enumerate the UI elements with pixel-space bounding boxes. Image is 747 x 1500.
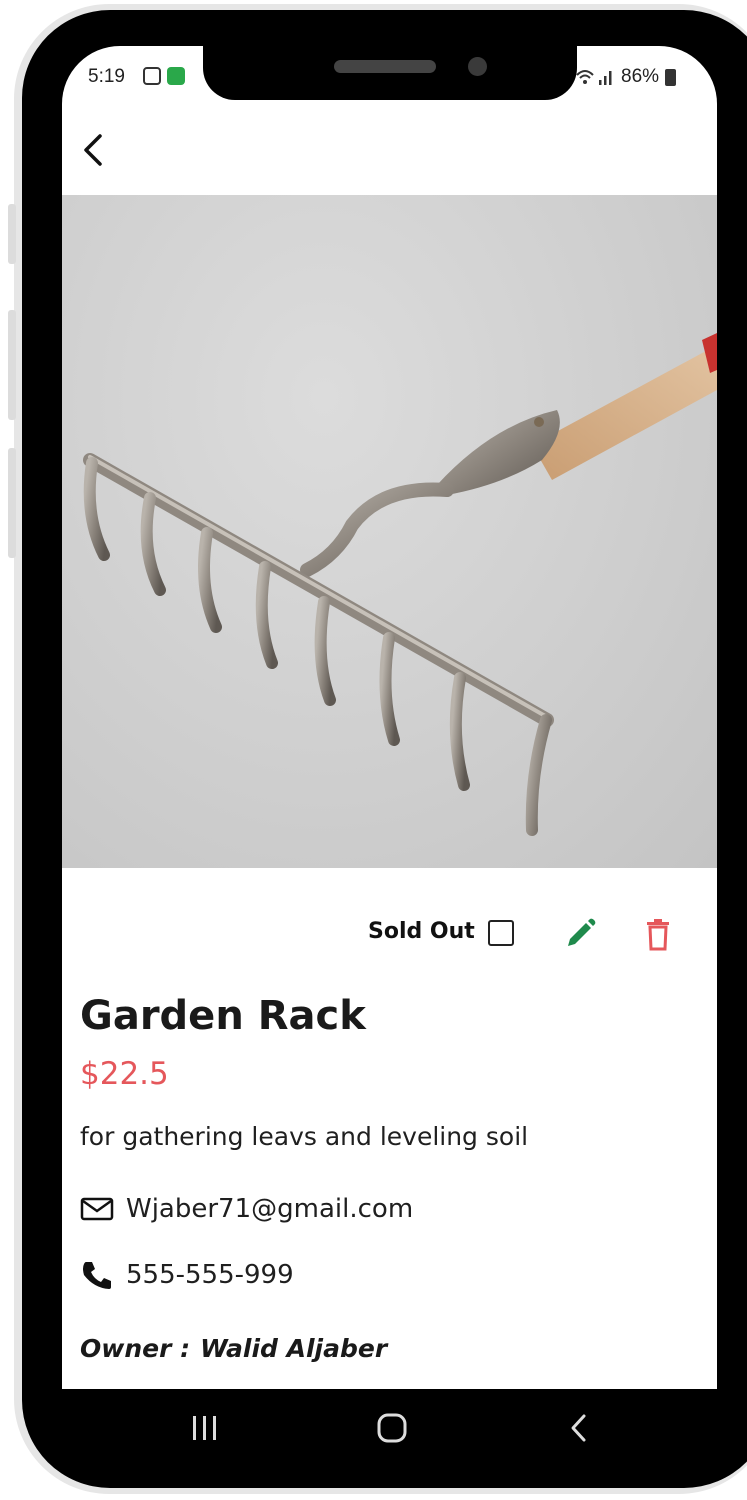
owner-phone: 555-555-999 (126, 1260, 294, 1290)
status-right: 86% (575, 66, 677, 88)
battery-icon (665, 68, 677, 86)
system-back-button[interactable] (558, 1408, 602, 1448)
speaker (334, 60, 436, 73)
side-button-top (8, 204, 16, 264)
product-price: $22.5 (80, 1056, 169, 1092)
phone-row[interactable]: 555-555-999 (80, 1259, 294, 1291)
email-row[interactable]: Wjaber71@gmail.com (80, 1194, 413, 1224)
wifi-signal-icon (576, 70, 612, 85)
battery-percent: 86% (621, 66, 660, 87)
status-notification-icons (143, 67, 185, 85)
back-icon (571, 1414, 586, 1442)
delete-button[interactable] (643, 916, 675, 952)
recents-icon (193, 1416, 216, 1440)
sold-out-checkbox[interactable] (488, 920, 514, 946)
chevron-left-icon (84, 134, 102, 166)
product-description: for gathering leavs and leveling soil (80, 1122, 529, 1151)
front-camera (468, 57, 487, 76)
recents-button[interactable] (183, 1408, 227, 1448)
pencil-icon (568, 918, 596, 946)
side-button-volume-up (8, 310, 16, 420)
phone-icon (83, 1262, 111, 1289)
sold-out-label: Sold Out (368, 919, 475, 944)
status-time: 5:19 (88, 66, 125, 87)
instagram-icon (143, 67, 161, 85)
product-image (62, 195, 717, 868)
back-button[interactable] (76, 128, 116, 172)
owner-name: Walid Aljaber (200, 1334, 388, 1363)
app-notification-icon (167, 67, 185, 85)
rake-image (83, 333, 717, 836)
edit-button[interactable] (562, 916, 598, 952)
product-title: Garden Rack (80, 993, 366, 1039)
mail-icon (80, 1197, 114, 1221)
owner-label: Owner : (80, 1334, 191, 1363)
home-icon (377, 1413, 407, 1443)
side-button-volume-down (8, 448, 16, 558)
trash-icon (647, 919, 669, 951)
owner-email: Wjaber71@gmail.com (126, 1194, 414, 1224)
owner-line: Owner : Walid Aljaber (80, 1334, 387, 1363)
home-button[interactable] (370, 1408, 414, 1448)
